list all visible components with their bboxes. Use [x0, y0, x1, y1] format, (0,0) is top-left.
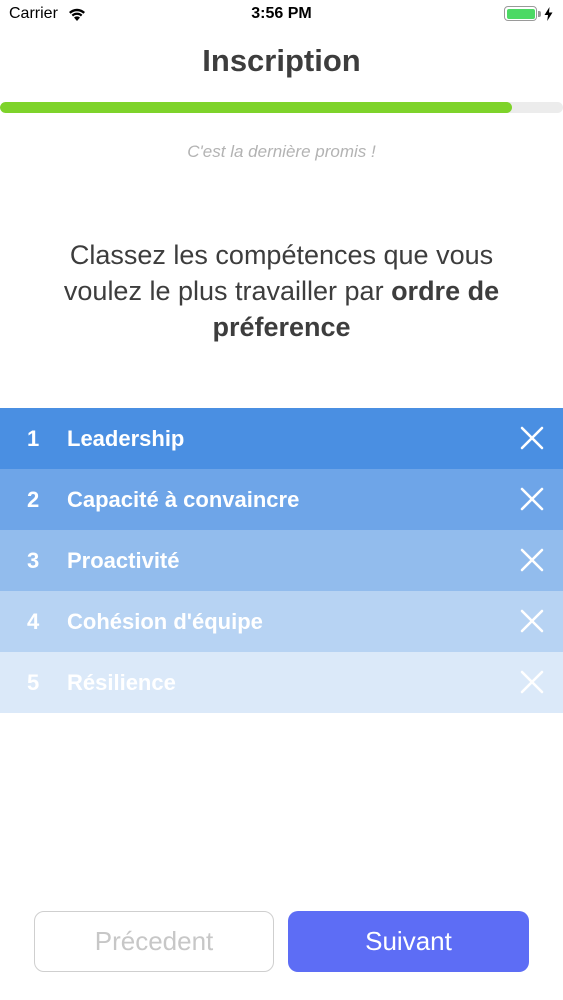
close-icon[interactable] — [519, 547, 545, 573]
skill-label: Résilience — [67, 669, 176, 695]
close-icon[interactable] — [519, 669, 545, 695]
charging-bolt-icon — [544, 6, 553, 21]
list-item[interactable]: 3 Proactivité — [0, 530, 563, 591]
battery-cap — [538, 10, 541, 17]
list-item[interactable]: 1 Leadership — [0, 408, 563, 469]
progress-fill — [0, 102, 513, 113]
rank-number: 2 — [27, 486, 40, 512]
status-right — [504, 6, 553, 21]
skill-label: Proactivité — [67, 547, 180, 573]
close-icon[interactable] — [519, 608, 545, 634]
close-icon[interactable] — [519, 486, 545, 512]
rank-number: 1 — [27, 425, 40, 451]
previous-button[interactable]: Précedent — [34, 911, 274, 972]
skill-label: Leadership — [67, 425, 185, 451]
battery-icon — [504, 6, 537, 21]
skill-label: Capacité à convaincre — [67, 486, 300, 512]
page-title: Inscription — [202, 43, 361, 78]
subtitle: C'est la dernière promis ! — [187, 142, 376, 161]
battery-level — [506, 8, 535, 19]
rank-number: 5 — [27, 669, 40, 695]
skill-label: Cohésion d'équipe — [67, 608, 263, 634]
rank-number: 4 — [27, 608, 40, 634]
next-button[interactable]: Suivant — [288, 911, 529, 972]
list-item[interactable]: 2 Capacité à convaincre — [0, 469, 563, 530]
instruction-text: Classez les compétences que vous voulez … — [60, 237, 503, 345]
ranked-skills-list: 1 Leadership 2 Capacité à convaincre 3 Proact… — [0, 408, 563, 713]
rank-number: 3 — [27, 547, 40, 573]
close-icon[interactable] — [519, 425, 545, 451]
list-item[interactable]: 5 Résilience — [0, 652, 563, 713]
status-bar: Carrier 3:56 PM — [0, 0, 563, 30]
list-item[interactable]: 4 Cohésion d'équipe — [0, 591, 563, 652]
progress-bar — [0, 102, 563, 113]
status-time: 3:56 PM — [251, 5, 312, 22]
